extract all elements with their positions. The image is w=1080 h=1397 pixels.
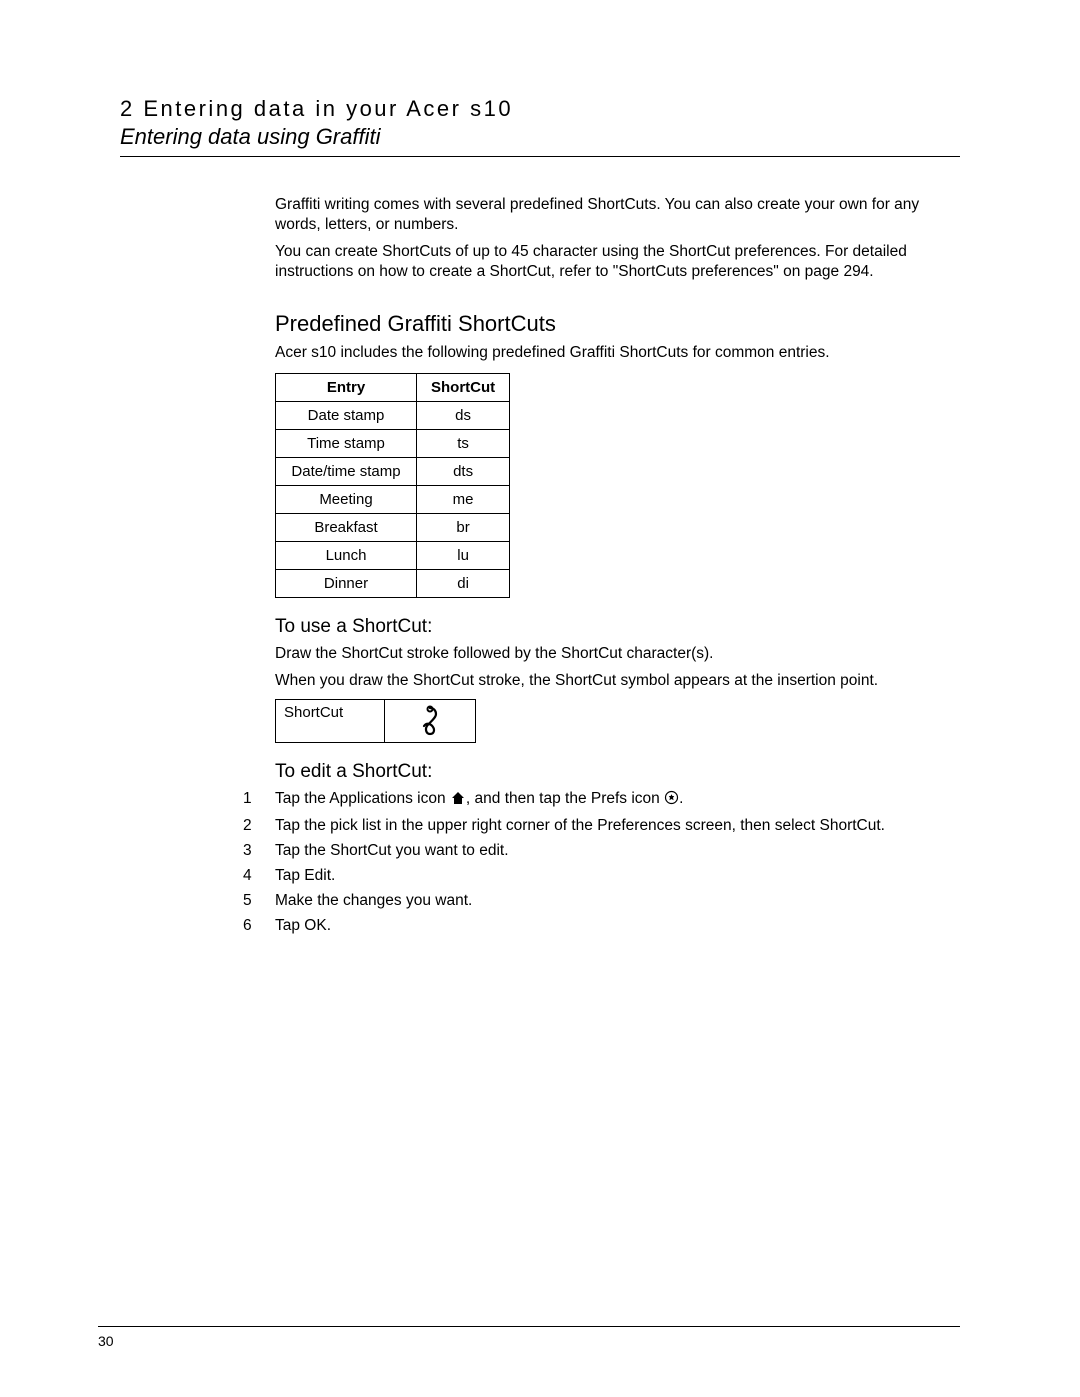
table-row: Dinnerdi bbox=[276, 569, 510, 597]
use-paragraph-1: Draw the ShortCut stroke followed by the… bbox=[275, 644, 960, 664]
step-2: Tap the pick list in the upper right cor… bbox=[243, 816, 960, 837]
intro-paragraph-1: Graffiti writing comes with several pred… bbox=[275, 195, 960, 235]
footer-rule bbox=[98, 1326, 960, 1327]
chapter-title: 2 Entering data in your Acer s10 bbox=[120, 95, 960, 124]
use-heading: To use a ShortCut: bbox=[275, 616, 960, 638]
step-6: Tap OK. bbox=[243, 916, 960, 937]
shortcut-stroke-box: ShortCut bbox=[275, 699, 960, 743]
home-icon bbox=[450, 791, 466, 812]
step-4: Tap Edit. bbox=[243, 866, 960, 887]
page-number: 30 bbox=[98, 1333, 114, 1349]
prefs-icon bbox=[664, 790, 679, 812]
step-3: Tap the ShortCut you want to edit. bbox=[243, 841, 960, 862]
table-header-entry: Entry bbox=[276, 373, 417, 401]
table-row: Time stampts bbox=[276, 429, 510, 457]
table-row: Lunchlu bbox=[276, 541, 510, 569]
stroke-label: ShortCut bbox=[275, 699, 385, 743]
table-row: Breakfastbr bbox=[276, 513, 510, 541]
shortcuts-table: Entry ShortCut Date stampds Time stampts… bbox=[275, 373, 510, 598]
table-row: Date/time stampdts bbox=[276, 457, 510, 485]
header-rule bbox=[120, 156, 960, 157]
content-area: Graffiti writing comes with several pred… bbox=[275, 195, 960, 937]
table-header-shortcut: ShortCut bbox=[417, 373, 510, 401]
table-row: Meetingme bbox=[276, 485, 510, 513]
shortcut-stroke-icon bbox=[385, 699, 476, 743]
step-1: Tap the Applications icon , and then tap… bbox=[243, 789, 960, 812]
use-paragraph-2: When you draw the ShortCut stroke, the S… bbox=[275, 671, 960, 691]
predefined-heading: Predefined Graffiti ShortCuts bbox=[275, 311, 960, 337]
section-subtitle: Entering data using Graffiti bbox=[120, 124, 960, 150]
table-row: Date stampds bbox=[276, 401, 510, 429]
step-5: Make the changes you want. bbox=[243, 891, 960, 912]
predefined-lead: Acer s10 includes the following predefin… bbox=[275, 343, 960, 363]
intro-paragraph-2: You can create ShortCuts of up to 45 cha… bbox=[275, 242, 960, 282]
edit-heading: To edit a ShortCut: bbox=[275, 761, 960, 783]
edit-steps: Tap the Applications icon , and then tap… bbox=[243, 789, 960, 937]
page-header: 2 Entering data in your Acer s10 Enterin… bbox=[120, 95, 960, 157]
